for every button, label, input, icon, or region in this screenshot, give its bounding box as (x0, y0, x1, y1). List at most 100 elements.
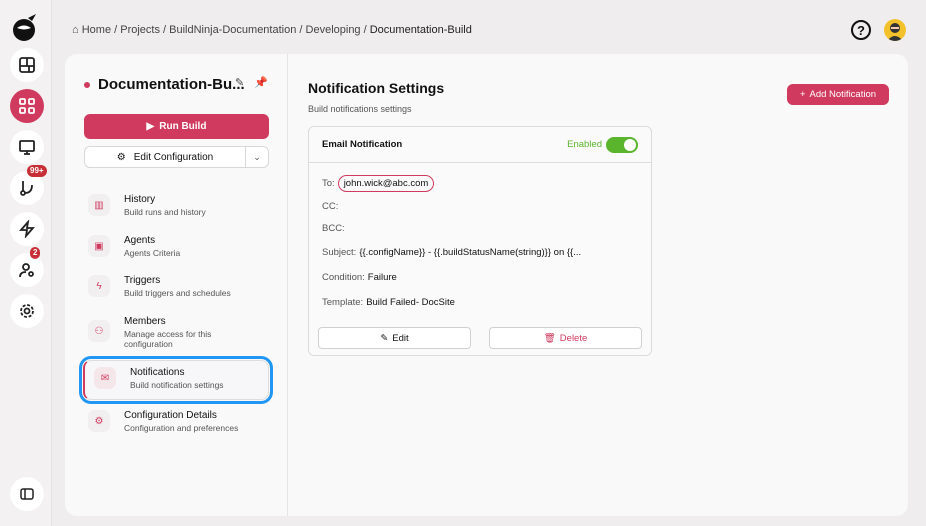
agent-icon: ▣ (88, 235, 110, 257)
to-row: To: john.wick@abc.com (322, 175, 435, 192)
chart-icon: ▥ (88, 194, 110, 216)
edit-configuration-label: Edit Configuration (133, 151, 214, 163)
breadcrumb-project[interactable]: BuildNinja-Documentation (169, 24, 296, 36)
lightning-icon: ϟ (88, 275, 110, 297)
run-build-label: Run Build (159, 121, 207, 132)
lightning-icon (19, 220, 35, 238)
rail-settings-button[interactable] (10, 294, 44, 328)
chevron-down-icon[interactable]: ⌄ (246, 147, 268, 167)
rail-layout-button[interactable] (10, 48, 44, 82)
grid-icon (19, 98, 35, 114)
recipient-chip: john.wick@abc.com (337, 175, 435, 192)
delete-button[interactable]: 🗑 Delete (489, 327, 642, 349)
condition-label: Condition: (322, 272, 365, 283)
config-sidebar: Documentation-Bu... ✎ 📌 ▶ Run Build ⚙ Edit… (65, 54, 288, 516)
subject-label: Subject: (322, 247, 357, 258)
item-subtitle: Manage access for this configuration (124, 329, 212, 349)
config-name: Documentation-Bu... (98, 76, 245, 93)
condition-row: Condition: Failure (322, 272, 397, 283)
nav-rail: 99+ 2 (0, 0, 52, 526)
bcc-label: BCC: (322, 223, 345, 234)
condition-value: Failure (367, 272, 397, 283)
item-subtitle: Build triggers and schedules (124, 288, 231, 298)
item-subtitle: Build notification settings (130, 380, 224, 390)
gear-icon (20, 304, 34, 318)
breadcrumb-home[interactable]: Home (82, 24, 111, 36)
breadcrumb: ⌂ Home / Projects / BuildNinja-Documenta… (72, 24, 472, 36)
avatar[interactable] (884, 19, 906, 41)
rail-grid-button[interactable] (10, 89, 44, 123)
buildninja-logo (13, 14, 36, 41)
bcc-row: BCC: (322, 223, 348, 234)
edit-button[interactable]: ✎ Edit (318, 327, 471, 349)
email-notification-card: Email Notification Enabled To: john.wick@… (308, 126, 652, 356)
sidebar-item-members[interactable]: ⚇ Members Manage access for this configura… (88, 316, 270, 349)
pin-icon[interactable]: 📌 (254, 76, 268, 89)
sidebar-item-configuration-details[interactable]: ⚙ Configuration Details Configuration and … (88, 410, 270, 433)
users-badge: 2 (30, 247, 41, 259)
plus-icon: + (799, 89, 806, 100)
users-icon: ⚇ (88, 320, 110, 342)
breadcrumb-branch[interactable]: Developing (306, 24, 361, 36)
item-title: Triggers (124, 275, 161, 286)
rail-monitor-button[interactable] (10, 130, 44, 164)
monitor-icon (19, 140, 35, 155)
template-label: Template: (322, 297, 364, 308)
template-row: Template: Build Failed- DocSite (322, 297, 455, 308)
rail-users-button[interactable]: 2 (10, 247, 44, 287)
item-title: Notifications (130, 367, 185, 378)
subject-value: {{.configName}} - {{.buildStatusName(str… (359, 247, 582, 258)
enabled-label: Enabled (567, 139, 602, 150)
edit-configuration-group: ⚙ Edit Configuration ⌄ (84, 146, 269, 168)
card-title: Email Notification (322, 139, 403, 150)
home-icon: ⌂ (72, 24, 79, 36)
delete-label: Delete (559, 332, 588, 344)
item-title: Members (124, 316, 166, 327)
rail-triggers-button[interactable] (10, 212, 44, 246)
sidebar-item-notifications[interactable]: ✉ Notifications Build notification setting… (79, 356, 273, 404)
cc-label: CC: (322, 201, 339, 212)
git-branch-icon (20, 181, 33, 196)
sidebar-item-triggers[interactable]: ϟ Triggers Build triggers and schedules (88, 275, 270, 298)
page-subtitle: Build notifications settings (308, 104, 412, 114)
sidebar-item-history[interactable]: ▥ History Build runs and history (88, 194, 270, 217)
item-title: History (124, 194, 156, 205)
edit-configuration-button[interactable]: ⚙ Edit Configuration (85, 147, 246, 167)
run-build-button[interactable]: ▶ Run Build (84, 114, 269, 139)
pencil-icon[interactable]: ✎ (235, 76, 244, 89)
gear-icon: ⚙ (88, 410, 110, 432)
help-icon[interactable]: ? (851, 20, 871, 40)
edit-label: Edit (392, 332, 409, 344)
config-title: Documentation-Bu... (84, 76, 245, 93)
enabled-toggle[interactable] (606, 136, 638, 153)
breadcrumb-current: Documentation-Build (369, 24, 472, 36)
item-title: Configuration Details (124, 410, 217, 421)
subject-row: Subject: {{.configName}} - {{.buildStatus… (322, 247, 581, 258)
cc-row: CC: (322, 201, 341, 212)
item-title: Agents (124, 235, 156, 246)
card-header: Email Notification Enabled (309, 127, 651, 163)
item-subtitle: Configuration and preferences (124, 423, 239, 433)
user-settings-icon (19, 263, 34, 278)
gear-icon: ⚙ (116, 151, 126, 163)
breadcrumb-projects[interactable]: Projects (120, 24, 160, 36)
add-notification-label: Add Notification (809, 89, 877, 100)
layout-icon (19, 57, 35, 73)
add-notification-button[interactable]: + Add Notification (787, 84, 889, 105)
item-subtitle: Build runs and history (124, 207, 206, 217)
status-dot (84, 81, 90, 88)
item-subtitle: Agents Criteria (124, 248, 181, 258)
template-value: Build Failed- DocSite (366, 297, 455, 308)
pencil-icon: ✎ (380, 332, 389, 344)
page-title: Notification Settings (308, 80, 445, 96)
sidebar-icon (20, 488, 34, 500)
rail-builds-button[interactable]: 99+ (10, 165, 47, 205)
sidebar-item-agents[interactable]: ▣ Agents Agents Criteria (88, 235, 270, 258)
to-label: To: (322, 178, 335, 189)
main-panel: Documentation-Bu... ✎ 📌 ▶ Run Build ⚙ Edit… (65, 54, 908, 516)
play-icon: ▶ (146, 121, 155, 132)
trash-icon: 🗑 (543, 332, 556, 344)
sidebar-toggle-button[interactable] (10, 477, 44, 511)
mail-icon: ✉ (94, 367, 116, 389)
builds-badge: 99+ (27, 165, 47, 177)
